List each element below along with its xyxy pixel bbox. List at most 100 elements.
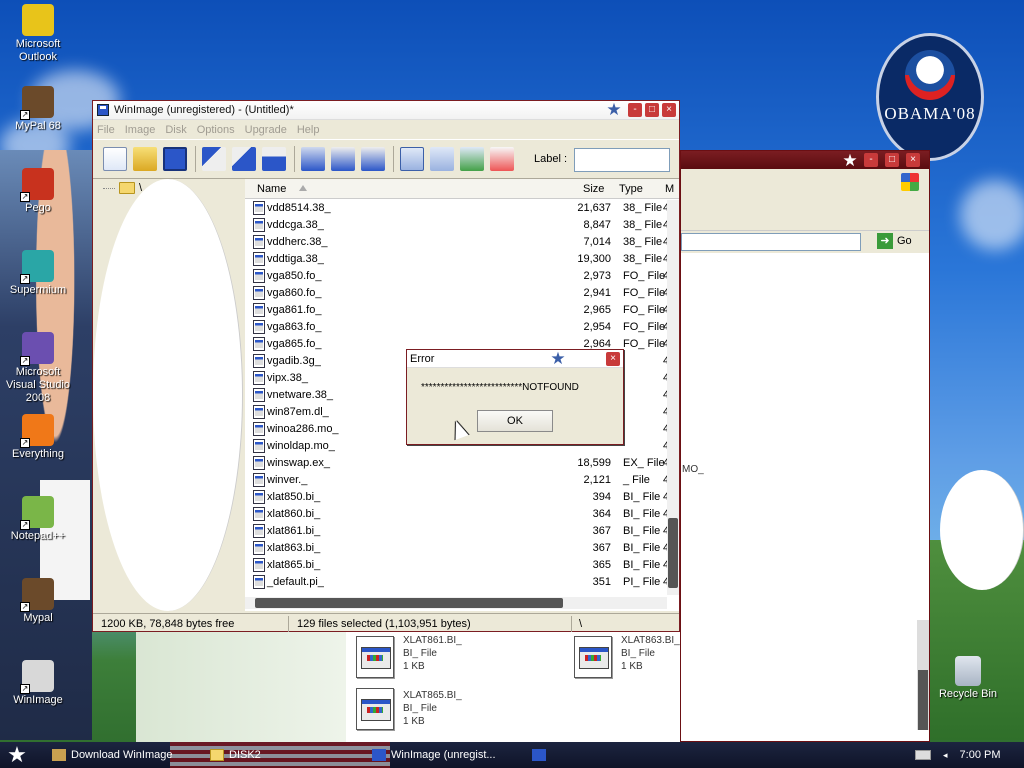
taskbar-item-download[interactable]: Download WinImage (48, 745, 198, 765)
desktop-icon[interactable]: ↗ Pego (0, 168, 76, 215)
taskbar-item-winimage[interactable]: WinImage (unregist... (368, 745, 523, 765)
table-row[interactable]: vga861.fo_2,965FO_ File4 (245, 302, 669, 319)
table-row[interactable]: xlat860.bi_364BI_ File4 (245, 506, 669, 523)
table-row[interactable]: vddcga.38_8,84738_ File4 (245, 217, 669, 234)
close-button[interactable]: × (906, 153, 920, 167)
desktop-icon[interactable]: ↗ MyPal 68 (0, 86, 76, 133)
file-size: 2,941 (583, 287, 611, 299)
label-input[interactable] (574, 148, 670, 172)
error-dialog-titlebar[interactable]: Error ★ × (407, 350, 623, 368)
keyboard-icon[interactable] (915, 750, 931, 760)
floppy-disk-icon (97, 104, 109, 116)
table-row[interactable]: vddtiga.38_19,30038_ File4 (245, 251, 669, 268)
app-icon: ↗ (20, 496, 54, 530)
maximize-button[interactable]: □ (885, 153, 899, 167)
wallpaper-tree (940, 470, 1024, 590)
desktop-icon[interactable]: ↗ Everything (0, 414, 76, 461)
checkmark-edit-icon[interactable] (331, 147, 355, 171)
table-row[interactable]: xlat850.bi_394BI_ File4 (245, 489, 669, 506)
file-name: win87em.dl_ (267, 406, 329, 418)
desktop-icon[interactable]: ↗ Mypal (0, 578, 76, 625)
label-caption: Label : (534, 153, 568, 165)
file-type: FO_ File (623, 304, 666, 316)
table-row[interactable]: vga850.fo_2,973FO_ File4 (245, 268, 669, 285)
table-row[interactable]: xlat861.bi_367BI_ File4 (245, 523, 669, 540)
recycle-bin-icon[interactable]: Recycle Bin (930, 656, 1006, 701)
file-icon (253, 422, 265, 436)
table-row[interactable]: winver._2,121_ File4 (245, 472, 669, 489)
minimize-button[interactable]: ‐ (864, 153, 878, 167)
file-size: 7,014 (583, 236, 611, 248)
taskbar-item-disk2[interactable]: DISK2 (206, 745, 356, 765)
menu-item[interactable]: Disk (165, 124, 186, 136)
column-modified[interactable]: M (665, 183, 674, 195)
save-icon[interactable] (163, 147, 187, 171)
table-row[interactable]: _default.pi_351PI_ File4 (245, 574, 669, 591)
desktop-icon[interactable]: ↗ Notepad++ (0, 496, 76, 543)
vertical-scrollbar[interactable] (667, 200, 679, 595)
file-icon[interactable] (356, 636, 394, 678)
tree-root[interactable]: \ (103, 182, 142, 194)
shortcut-arrow-icon: ↗ (20, 110, 30, 120)
copy-icon[interactable] (301, 147, 325, 171)
background-window[interactable]: ★ ‐ □ × ➜ Go (680, 150, 930, 742)
extract-icon[interactable] (232, 147, 256, 171)
column-size[interactable]: Size (583, 183, 604, 195)
inject-icon[interactable] (202, 147, 226, 171)
close-button[interactable]: × (606, 351, 620, 366)
background-window-scrollbar[interactable] (917, 620, 929, 730)
info-icon[interactable] (262, 147, 286, 171)
sort-size-icon[interactable] (460, 147, 484, 171)
file-type: 38_ File (623, 202, 663, 214)
sort-date-icon[interactable] (490, 147, 514, 171)
background-file-item[interactable]: XLAT861.BI_ BI_ File 1 KB (403, 634, 462, 673)
go-button[interactable]: ➜ Go (877, 233, 912, 249)
horizontal-scrollbar[interactable] (245, 597, 667, 609)
menu-item[interactable]: Options (197, 124, 235, 136)
file-type: 38_ File (623, 236, 663, 248)
menu-item[interactable]: File (97, 124, 115, 136)
maximize-button[interactable]: □ (645, 103, 659, 117)
desktop-icon[interactable]: ↗ WinImage (0, 660, 76, 707)
column-name[interactable]: Name (257, 183, 286, 195)
menu-item[interactable]: Help (297, 124, 320, 136)
menu-item[interactable]: Upgrade (245, 124, 287, 136)
file-icon[interactable] (574, 636, 612, 678)
table-row[interactable]: vdd8514.38_21,63738_ File4 (245, 200, 669, 217)
file-name: xlat865.bi_ (267, 559, 321, 571)
minimize-button[interactable]: ‐ (628, 103, 642, 117)
close-button[interactable]: × (662, 103, 676, 117)
desktop-icon[interactable]: ↗ Supermium (0, 250, 76, 297)
desktop-icon-label: Mypal (23, 612, 53, 624)
desktop-icon[interactable]: ↗ Microsoft Visual Studio 2008 (0, 332, 76, 405)
sort-type-icon[interactable] (430, 147, 454, 171)
table-row[interactable]: vga863.fo_2,954FO_ File4 (245, 319, 669, 336)
floppy-disk-icon (372, 749, 386, 761)
table-row[interactable]: vddherc.38_7,01438_ File4 (245, 234, 669, 251)
properties-icon[interactable] (361, 147, 385, 171)
sort-az-icon[interactable] (400, 147, 424, 171)
winimage-titlebar[interactable]: WinImage (unregistered) - (Untitled)* ★ … (93, 101, 679, 120)
file-icon[interactable] (356, 688, 394, 730)
background-file-item[interactable]: XLAT863.BI_ BI_ File 1 KB (621, 634, 680, 673)
start-button[interactable]: ★ (4, 744, 30, 766)
volume-icon[interactable]: ◂ (943, 750, 948, 761)
clock[interactable]: 7:00 PM (960, 749, 1001, 761)
desktop-icon[interactable]: Microsoft Outlook (0, 4, 76, 64)
background-file-item[interactable]: XLAT865.BI_ BI_ File 1 KB (403, 689, 462, 728)
table-row[interactable]: winswap.ex_18,599EX_ File4 (245, 455, 669, 472)
column-type[interactable]: Type (619, 183, 643, 195)
background-window-titlebar[interactable]: ★ ‐ □ × (681, 151, 929, 169)
table-row[interactable]: xlat863.bi_367BI_ File4 (245, 540, 669, 557)
table-row[interactable]: xlat865.bi_365BI_ File4 (245, 557, 669, 574)
file-name: _default.pi_ (267, 576, 324, 588)
menu-item[interactable]: Image (125, 124, 156, 136)
open-folder-icon[interactable] (133, 147, 157, 171)
taskbar-item-extra[interactable] (528, 745, 552, 765)
file-icon (253, 541, 265, 555)
table-row[interactable]: vga860.fo_2,941FO_ File4 (245, 285, 669, 302)
file-type: 38_ File (623, 219, 663, 231)
address-input[interactable] (681, 233, 861, 251)
ok-button[interactable]: OK (477, 410, 553, 432)
new-image-icon[interactable] (103, 147, 127, 171)
